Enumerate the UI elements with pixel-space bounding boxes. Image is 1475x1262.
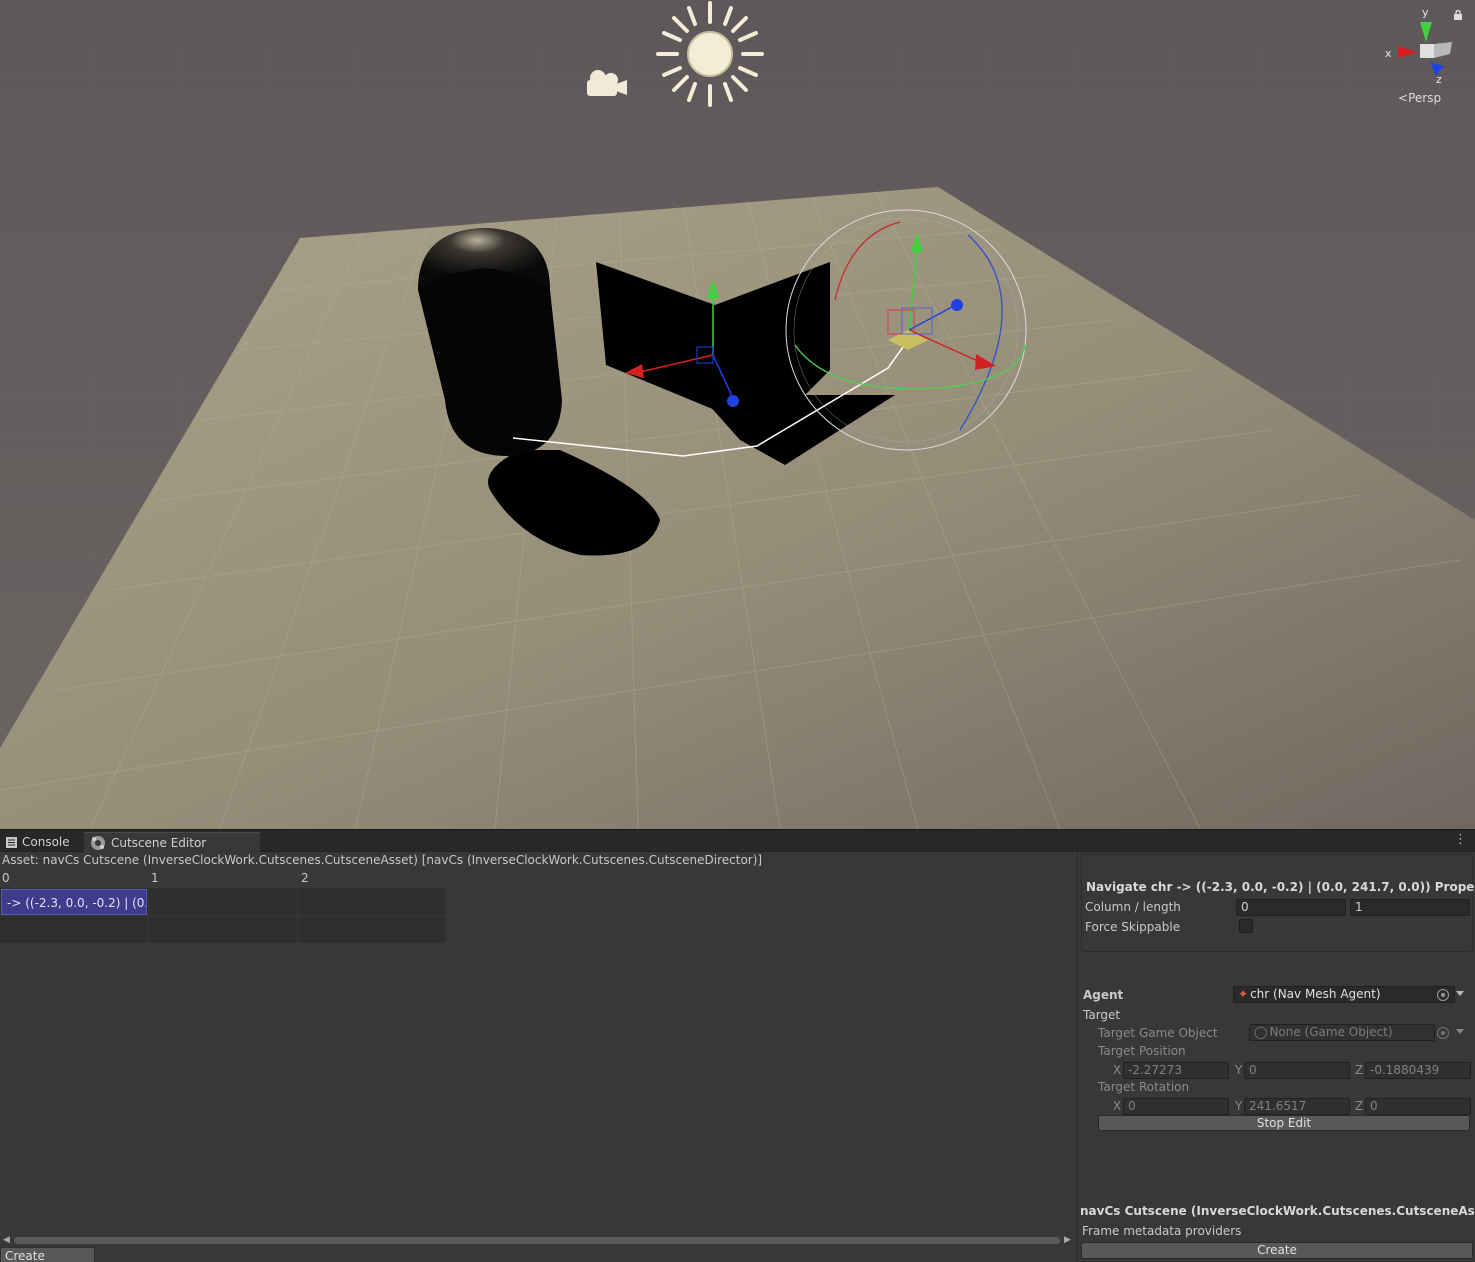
lock-icon[interactable] xyxy=(1453,9,1463,21)
timeline-cell[interactable] xyxy=(0,916,149,944)
rotation-z-field[interactable]: 0 xyxy=(1365,1098,1471,1115)
position-y-field[interactable]: 0 xyxy=(1244,1062,1350,1079)
agent-picker-icon[interactable] xyxy=(1437,989,1449,1001)
position-z-label: Z xyxy=(1355,1063,1364,1077)
cutscene-gear-icon xyxy=(90,835,106,851)
target-position-label: Target Position xyxy=(1098,1044,1186,1058)
scroll-right-icon[interactable]: ▶ xyxy=(1064,1235,1071,1245)
target-game-object-field[interactable]: ◯ None (Game Object) xyxy=(1249,1024,1435,1041)
target-label: Target xyxy=(1083,1008,1121,1022)
stop-edit-button[interactable]: Stop Edit xyxy=(1098,1115,1470,1131)
force-skippable-checkbox[interactable] xyxy=(1239,919,1253,933)
asset-line: Asset: navCs Cutscene (InverseClockWork.… xyxy=(2,853,763,867)
force-skippable-label: Force Skippable xyxy=(1085,920,1181,934)
rotation-x-field[interactable]: 0 xyxy=(1123,1098,1229,1115)
timeline-cell[interactable] xyxy=(149,916,298,944)
agent-value: chr (Nav Mesh Agent) xyxy=(1250,987,1381,1001)
rotation-z-label: Z xyxy=(1355,1099,1364,1113)
gizmo-label-x: x xyxy=(1385,47,1392,60)
rotation-y-field[interactable]: 241.6517 xyxy=(1244,1098,1350,1115)
scene-view[interactable]: y x z <Persp xyxy=(0,0,1475,829)
panel-menu-icon[interactable]: ⋮ xyxy=(1454,833,1467,847)
target-game-object-label: Target Game Object xyxy=(1098,1026,1218,1040)
asset-inspector-title: navCs Cutscene (InverseClockWork.Cutscen… xyxy=(1080,1204,1475,1218)
bottom-panel: Console Cutscene Editor ⋮ Asset: navCs C… xyxy=(0,829,1475,1262)
game-object-icon: ◯ xyxy=(1254,1025,1268,1039)
column-length-label: Column / length xyxy=(1085,900,1181,914)
navigate-action-block[interactable]: -> ((-2.3, 0.0, -0.2) | (0.0, 241.7, 0.0… xyxy=(1,889,147,915)
console-icon xyxy=(6,836,17,848)
scene-canvas[interactable]: y x z xyxy=(0,0,1475,829)
length-field[interactable]: 1 xyxy=(1350,899,1470,916)
column-field[interactable]: 0 xyxy=(1236,899,1346,916)
projection-label: Persp xyxy=(1408,91,1442,105)
column-header-1: 1 xyxy=(151,871,159,885)
tab-bar: Console Cutscene Editor ⋮ xyxy=(0,830,1475,852)
sun-icon[interactable] xyxy=(656,1,764,107)
tab-cutscene-editor[interactable]: Cutscene Editor xyxy=(84,832,260,852)
action-inspector: Navigate chr -> ((-2.3, 0.0, -0.2) | (0.… xyxy=(1077,852,1475,1262)
position-y-label: Y xyxy=(1235,1063,1243,1077)
timeline-cell[interactable]: -> ((-2.3, 0.0, -0.2) | (0.0, 241.7, 0.0… xyxy=(0,888,149,916)
target-game-object-value: None (Game Object) xyxy=(1269,1025,1393,1039)
persp-icon: < xyxy=(1398,91,1409,105)
timeline-cell[interactable] xyxy=(149,888,298,916)
properties-title: Navigate chr -> ((-2.3, 0.0, -0.2) | (0.… xyxy=(1086,880,1475,894)
timeline-cell[interactable] xyxy=(298,916,447,944)
column-header-2: 2 xyxy=(301,871,309,885)
tab-cutscene-editor-label: Cutscene Editor xyxy=(111,835,207,850)
create-button[interactable]: Create xyxy=(1081,1242,1473,1259)
agent-object-field[interactable]: ✦ chr (Nav Mesh Agent) xyxy=(1233,986,1455,1003)
position-x-field[interactable]: -2.27273 xyxy=(1123,1062,1229,1079)
column-header-0: 0 xyxy=(2,871,10,885)
gizmo-label-z: z xyxy=(1436,73,1442,86)
target-rotation-label: Target Rotation xyxy=(1098,1080,1190,1094)
nav-mesh-agent-icon: ✦ xyxy=(1238,987,1249,1001)
rotation-y-label: Y xyxy=(1235,1099,1243,1113)
target-dropdown-icon[interactable] xyxy=(1456,1029,1464,1034)
properties-box: Navigate chr -> ((-2.3, 0.0, -0.2) | (0.… xyxy=(1081,854,1475,952)
agent-label: Agent xyxy=(1083,988,1124,1002)
tab-console-label: Console xyxy=(22,835,70,849)
tab-console[interactable]: Console xyxy=(0,832,82,852)
frame-metadata-label: Frame metadata providers xyxy=(1082,1224,1242,1238)
horizontal-scrollbar[interactable]: ◀ ▶ xyxy=(0,1234,1075,1246)
position-z-field[interactable]: -0.1880439 xyxy=(1365,1062,1471,1079)
agent-dropdown-icon[interactable] xyxy=(1456,991,1464,996)
timeline-cell[interactable] xyxy=(298,888,447,916)
gizmo-label-y: y xyxy=(1422,6,1429,19)
create-action-button[interactable]: Create action... xyxy=(0,1247,95,1262)
rotation-x-label: X xyxy=(1113,1099,1122,1113)
scroll-left-icon[interactable]: ◀ xyxy=(3,1235,10,1245)
projection-toggle[interactable]: <Persp xyxy=(1398,91,1441,105)
target-picker-icon[interactable] xyxy=(1437,1027,1449,1039)
position-x-label: X xyxy=(1113,1063,1122,1077)
scrollbar-thumb[interactable] xyxy=(14,1237,1060,1244)
